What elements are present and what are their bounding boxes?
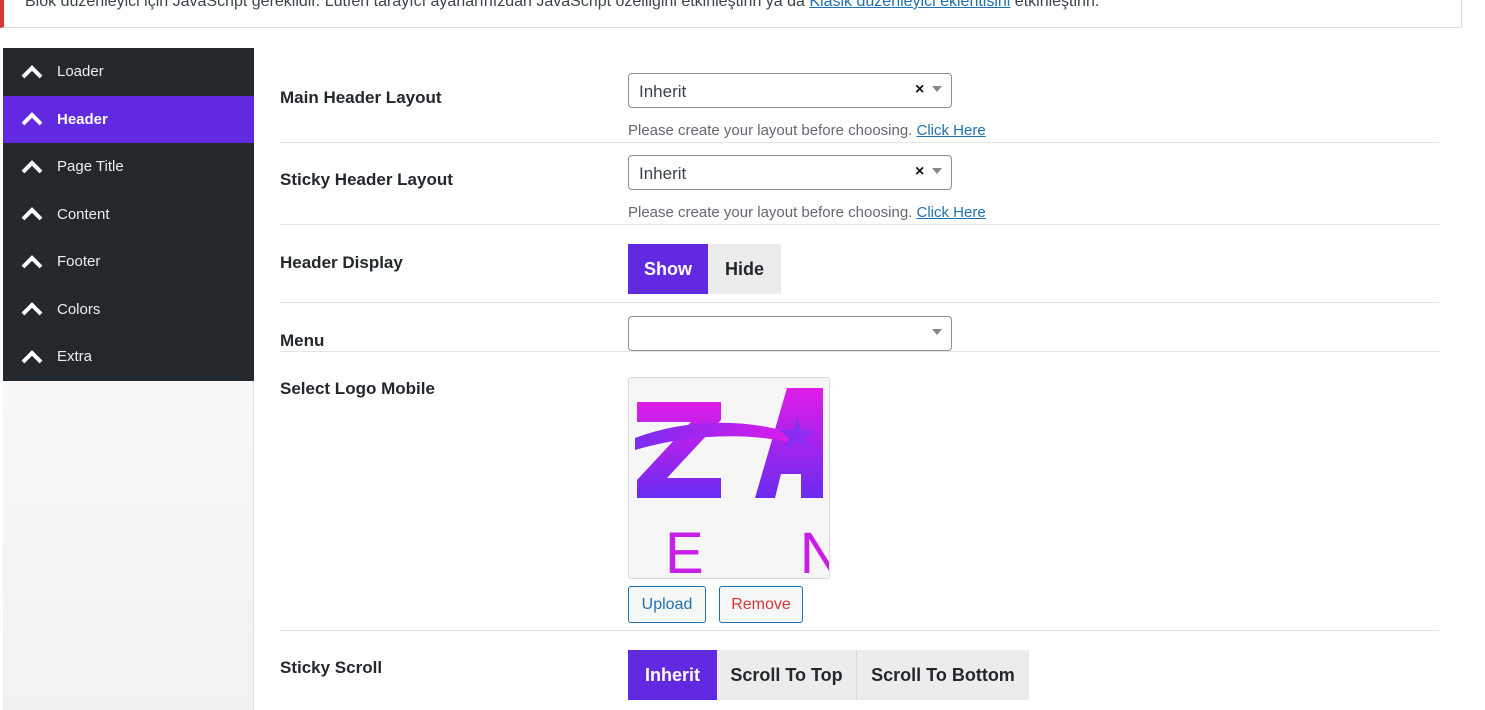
remove-button[interactable]: Remove: [719, 586, 803, 623]
clear-icon[interactable]: ×: [915, 81, 924, 99]
main-header-layout-select[interactable]: Inherit ×: [628, 73, 952, 108]
main-header-layout-label: Main Header Layout: [280, 88, 442, 107]
sidebar-item-label: Content: [57, 205, 110, 223]
select-value: Inherit: [639, 164, 687, 183]
select-value: Inherit: [639, 82, 687, 101]
chevron-up-icon: [21, 159, 43, 174]
sidebar-item-colors[interactable]: Colors: [3, 286, 254, 334]
menu-row: Menu: [280, 303, 1439, 352]
sidebar-item-page-title[interactable]: Page Title: [3, 143, 254, 191]
dropdown-arrow-icon: [932, 86, 942, 92]
chevron-up-icon: [21, 254, 43, 269]
main-header-layout-row: Main Header Layout Inherit × Please crea…: [280, 48, 1439, 143]
inherit-button[interactable]: Inherit: [628, 650, 717, 700]
options-sidebar: Loader Header Page Title Content Footer …: [3, 48, 254, 381]
dropdown-arrow-icon: [932, 168, 942, 174]
clear-icon[interactable]: ×: [915, 163, 924, 181]
click-here-link[interactable]: Click Here: [917, 122, 986, 139]
sticky-header-layout-select[interactable]: Inherit ×: [628, 155, 952, 190]
sidebar-item-footer[interactable]: Footer: [3, 238, 254, 286]
sticky-scroll-label: Sticky Scroll: [280, 658, 383, 677]
chevron-up-icon: [21, 349, 43, 364]
logo-mobile-row: Select Logo Mobile E N: [280, 352, 1439, 631]
classic-editor-link[interactable]: Klasik düzenleyici eklentisini: [809, 0, 1010, 10]
layout-help-text: Please create your layout before choosin…: [628, 204, 986, 221]
zaen-logo-image: E N: [635, 388, 829, 578]
logo-text-en: E N: [665, 521, 829, 578]
help-text: Please create your layout before choosin…: [628, 122, 917, 139]
notice-text: Blok düzenleyici için JavaScript gerekli…: [25, 0, 810, 10]
notice-text-end: etkinleştirin.: [1010, 0, 1100, 10]
sidebar-item-label: Header: [57, 110, 108, 128]
upload-button[interactable]: Upload: [628, 586, 706, 623]
chevron-up-icon: [21, 207, 43, 221]
sidebar-item-content[interactable]: Content: [3, 191, 254, 239]
sticky-scroll-row: Sticky Scroll Inherit Scroll To Top Scro…: [280, 631, 1439, 710]
click-here-link[interactable]: Click Here: [917, 204, 986, 221]
scroll-to-bottom-button[interactable]: Scroll To Bottom: [857, 650, 1029, 700]
sidebar-item-header[interactable]: Header: [3, 95, 254, 143]
menu-select[interactable]: [628, 316, 952, 351]
chevron-up-icon: [21, 64, 43, 79]
header-display-label: Header Display: [280, 253, 403, 272]
header-display-row: Header Display Show Hide: [280, 225, 1439, 303]
sidebar-item-label: Page Title: [57, 158, 124, 176]
sidebar-item-label: Loader: [57, 63, 104, 81]
sticky-scroll-toggle: Inherit Scroll To Top Scroll To Bottom: [628, 650, 1029, 700]
chevron-up-icon: [21, 302, 43, 316]
menu-label: Menu: [280, 331, 325, 350]
sticky-header-layout-row: Sticky Header Layout Inherit × Please cr…: [280, 143, 1439, 225]
layout-help-text: Please create your layout before choosin…: [628, 122, 986, 139]
sidebar-item-extra[interactable]: Extra: [3, 333, 254, 381]
chevron-up-icon: [21, 112, 43, 126]
sidebar-item-label: Footer: [57, 253, 101, 271]
sidebar-item-loader[interactable]: Loader: [3, 48, 254, 96]
hide-button[interactable]: Hide: [708, 244, 781, 294]
header-display-toggle: Show Hide: [628, 244, 781, 294]
dropdown-arrow-icon: [932, 329, 942, 335]
sidebar-item-label: Extra: [57, 348, 93, 366]
logo-mobile-label: Select Logo Mobile: [280, 379, 435, 398]
javascript-notice: Blok düzenleyici için JavaScript gerekli…: [0, 0, 1462, 28]
scroll-to-top-button[interactable]: Scroll To Top: [717, 650, 857, 700]
sidebar-item-label: Colors: [57, 300, 101, 318]
logo-preview: E N: [628, 377, 830, 579]
help-text: Please create your layout before choosin…: [628, 204, 917, 221]
sticky-header-layout-label: Sticky Header Layout: [280, 170, 453, 189]
show-button[interactable]: Show: [628, 244, 708, 294]
